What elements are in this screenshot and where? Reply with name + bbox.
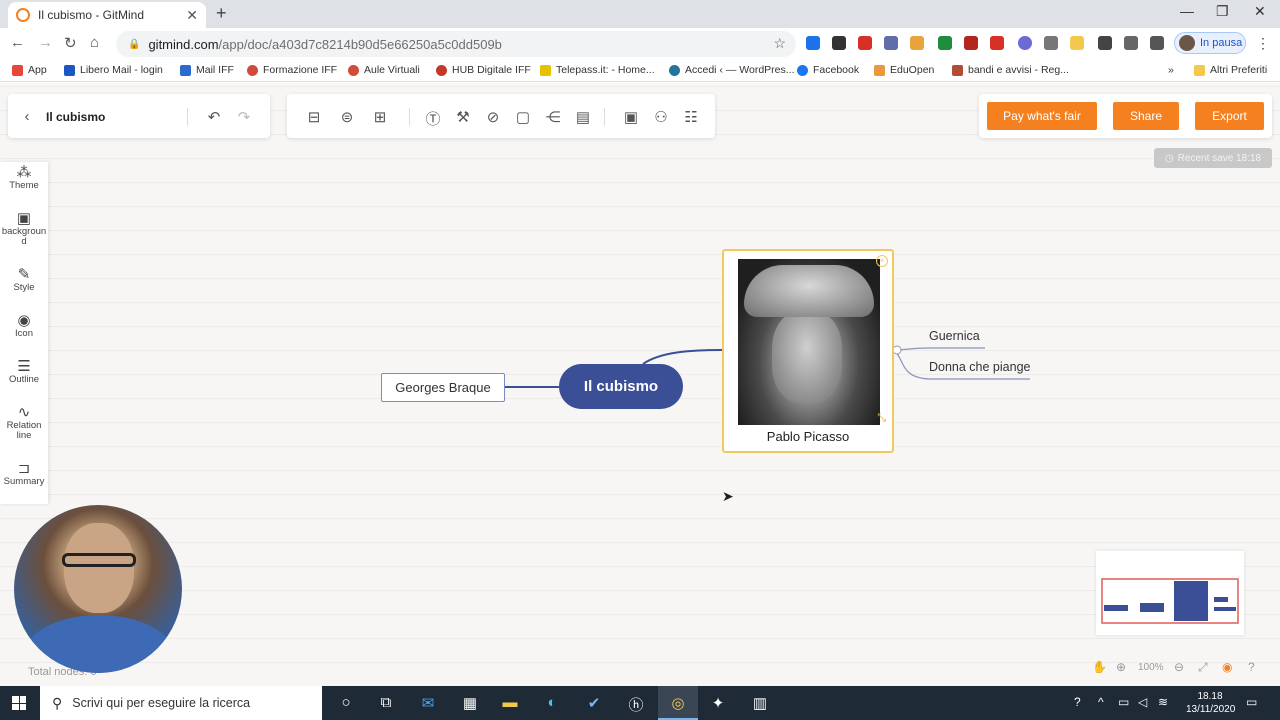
edge-icon[interactable]: ◐	[542, 694, 562, 711]
picasso-photo	[738, 259, 880, 425]
pinned-app-icon[interactable]: ✦	[708, 694, 728, 712]
node-donna-che-piange[interactable]: Donna che piange	[929, 360, 1030, 374]
fit-screen-icon[interactable]: ⤢	[1198, 660, 1208, 675]
volume-icon[interactable]: ◁	[1138, 695, 1147, 709]
zoom-out-icon[interactable]: ⊖	[1174, 660, 1184, 674]
help-icon[interactable]: ?	[1248, 660, 1255, 674]
windows-start-icon[interactable]	[12, 696, 26, 710]
webcam-glasses	[62, 553, 136, 567]
hand-tool-icon[interactable]: ✋	[1092, 660, 1107, 674]
minimap[interactable]	[1096, 551, 1244, 635]
zoom-in-icon[interactable]: ⊕	[1116, 660, 1126, 674]
zoom-level: 100%	[1138, 662, 1164, 673]
calculator-icon[interactable]: ▥	[750, 694, 770, 712]
minimap-preview	[1101, 578, 1239, 624]
date: 13/11/2020	[1186, 704, 1236, 715]
webcam-head	[64, 523, 134, 613]
hp-icon[interactable]: ⓗ	[626, 694, 646, 715]
store-icon[interactable]: ▦	[460, 694, 480, 712]
webcam-overlay	[14, 505, 182, 673]
help-tray-icon[interactable]: ?	[1074, 695, 1081, 709]
node-georges-braque[interactable]: Georges Braque	[381, 373, 505, 402]
taskbar-clock[interactable]: 18.18 13/11/2020	[1186, 690, 1236, 716]
taskbar-search[interactable]: ⚲ Scrivi qui per eseguire la ricerca	[40, 686, 322, 720]
battery-icon[interactable]: ▭	[1118, 695, 1129, 709]
chrome-icon[interactable]: ◎	[668, 694, 688, 712]
photo-face	[772, 311, 842, 403]
time: 18.18	[1197, 691, 1223, 702]
view-icon[interactable]: ◉	[1222, 660, 1232, 674]
search-icon: ⚲	[52, 694, 63, 711]
pinned-app-icon[interactable]: ✔	[584, 694, 604, 712]
cortana-icon[interactable]: ○	[336, 694, 356, 711]
wifi-icon[interactable]: ≋	[1158, 695, 1168, 709]
windows-taskbar: ⚲ Scrivi qui per eseguire la ricerca ○ ⧉…	[0, 686, 1280, 720]
node-pablo-picasso[interactable]: × ⤡ Pablo Picasso	[722, 249, 894, 453]
mouse-cursor-icon: ➤	[722, 488, 734, 504]
node-guernica[interactable]: Guernica	[929, 329, 980, 343]
task-view-icon[interactable]: ⧉	[376, 694, 396, 711]
search-placeholder: Scrivi qui per eseguire la ricerca	[72, 696, 251, 710]
chevron-up-icon[interactable]: ^	[1098, 695, 1104, 709]
resize-handle-icon[interactable]: ⤡	[877, 412, 886, 425]
root-node[interactable]: Il cubismo	[559, 364, 683, 409]
remove-image-icon[interactable]: ×	[876, 255, 888, 267]
notifications-icon[interactable]: ▭	[1246, 695, 1257, 709]
node-label: Pablo Picasso	[766, 429, 850, 444]
file-explorer-icon[interactable]: ▬	[500, 694, 520, 711]
connector-lines	[505, 345, 1030, 388]
webcam-body	[24, 615, 174, 673]
photo-cap	[744, 265, 874, 317]
mail-icon[interactable]: ✉	[418, 694, 438, 712]
